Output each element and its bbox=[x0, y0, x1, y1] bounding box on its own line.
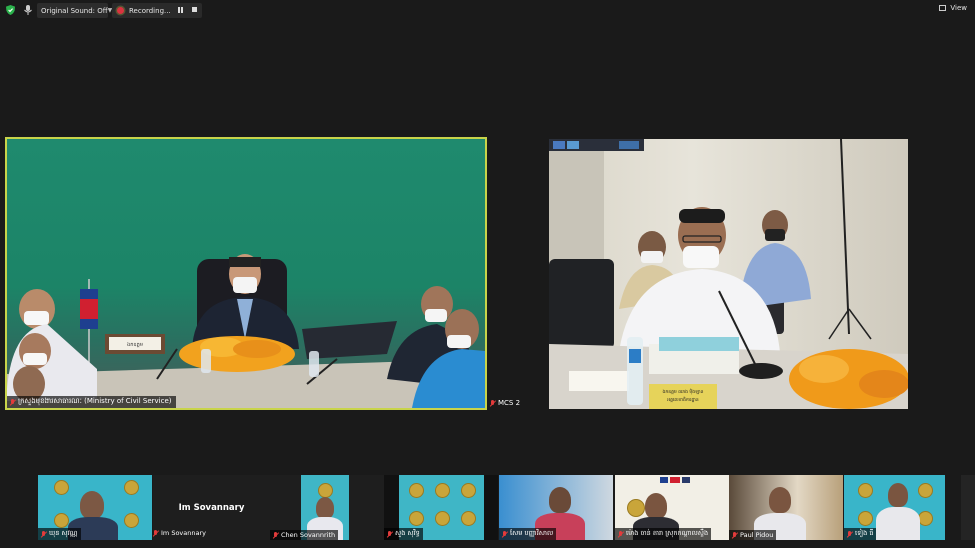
gallery-name-tag: Im Sovannary bbox=[153, 529, 206, 537]
gallery-name-tag: ទៀង ធី bbox=[844, 528, 877, 540]
flag-icon bbox=[660, 477, 668, 483]
emblem-icon bbox=[124, 480, 139, 495]
gallery-name-tag: ម៉ោង ចាន់ តារា ស្រុកកណ្ដាលស្ទឹង bbox=[615, 528, 712, 540]
gallery-name-tag: ឃុន សុវណ្ណ bbox=[38, 528, 81, 540]
second-video-name: MCS 2 bbox=[498, 399, 521, 407]
emblem-icon bbox=[918, 483, 933, 498]
emblem-icon bbox=[54, 480, 69, 495]
flag-icon bbox=[670, 477, 680, 483]
muted-mic-icon bbox=[732, 531, 737, 539]
emblem-icon bbox=[435, 483, 450, 498]
participant-face bbox=[80, 491, 104, 519]
gallery-name: សែម បញ្ញាវិសាល bbox=[510, 529, 554, 537]
svg-text:ឯកឧត្តម ឈាង ម៉ិងឡាន: ឯកឧត្តម ឈាង ម៉ិងឡាន bbox=[663, 388, 704, 395]
gallery-name-tag: សែម បញ្ញាវិសាល bbox=[499, 528, 557, 540]
muted-mic-icon bbox=[502, 530, 507, 538]
view-button[interactable]: View bbox=[939, 4, 967, 12]
emblem-icon bbox=[54, 513, 69, 528]
emblem-icon bbox=[858, 511, 873, 526]
emblem-icon bbox=[461, 483, 476, 498]
security-shield-icon[interactable] bbox=[6, 5, 15, 15]
svg-text:ឯកឧត្តម: ឯកឧត្តម bbox=[127, 342, 143, 348]
second-video-name-tag: MCS 2 bbox=[490, 399, 520, 407]
recording-label: Recording... bbox=[129, 6, 171, 15]
gallery-tile-6[interactable]: ម៉ោង ចាន់ តារា ស្រុកកណ្ដាលស្ទឹង bbox=[615, 475, 729, 540]
emblem-icon bbox=[627, 499, 645, 517]
recording-indicator: Recording... bbox=[112, 3, 202, 18]
second-video-scene: ឯកឧត្តម ឈាង ម៉ិងឡាន អគ្គលេខាធិការដ្ឋាន bbox=[549, 139, 908, 409]
participant-face bbox=[316, 497, 334, 519]
participant-body bbox=[876, 507, 920, 540]
emblem-icon bbox=[409, 483, 424, 498]
muted-mic-icon bbox=[490, 399, 495, 407]
pause-recording-button[interactable] bbox=[178, 7, 184, 13]
gallery-tile-8[interactable]: ទៀង ធី bbox=[844, 475, 945, 540]
gallery-name: Chen Sovannrith bbox=[281, 531, 336, 539]
gallery-tile-3[interactable]: Chen Sovannrith bbox=[270, 475, 384, 540]
original-sound-toggle[interactable]: Original Sound: Off ▼ bbox=[37, 3, 112, 18]
participant-face bbox=[645, 493, 667, 519]
main-video-name-tag: ក្រសួងមុខងារសាធារណៈ (Ministry of Civil S… bbox=[7, 396, 176, 408]
gallery-tile-1[interactable]: ឃុន សុវណ្ណ bbox=[38, 475, 152, 540]
main-video-tile[interactable]: ឯកឧត្តម ក្រសួងមុខងារសាធារណៈ (Ministry of… bbox=[5, 137, 487, 410]
svg-text:អគ្គលេខាធិការដ្ឋាន: អគ្គលេខាធិការដ្ឋាន bbox=[667, 396, 699, 403]
gallery-scroll-right[interactable] bbox=[961, 475, 975, 540]
gallery-tile-5[interactable]: សែម បញ្ញាវិសាល bbox=[499, 475, 613, 540]
emblem-icon bbox=[918, 511, 933, 526]
muted-mic-icon bbox=[273, 531, 278, 539]
muted-mic-icon bbox=[10, 398, 15, 406]
view-label: View bbox=[950, 4, 967, 12]
emblem-icon bbox=[409, 511, 424, 526]
original-sound-label: Original Sound: Off bbox=[41, 6, 108, 15]
gallery-name-tag: សួង សុវិទ្ធ bbox=[384, 528, 423, 540]
second-video-tile[interactable]: ឯកឧត្តម ឈាង ម៉ិងឡាន អគ្គលេខាធិការដ្ឋាន bbox=[549, 139, 908, 409]
recording-dot-icon bbox=[117, 7, 124, 14]
participant-display-name: Im Sovannary bbox=[178, 502, 245, 513]
flag-icon bbox=[682, 477, 690, 483]
gallery-name-tag: Paul Pidou bbox=[729, 530, 777, 540]
emblem-icon bbox=[461, 511, 476, 526]
emblem-icon bbox=[435, 511, 450, 526]
gallery-tile-7[interactable]: Paul Pidou bbox=[729, 475, 843, 540]
participant-face bbox=[769, 487, 791, 513]
gallery-name: ម៉ោង ចាន់ តារា ស្រុកកណ្ដាលស្ទឹង bbox=[626, 529, 709, 537]
gallery-name: សួង សុវិទ្ធ bbox=[395, 529, 420, 537]
muted-mic-icon bbox=[41, 530, 46, 538]
participant-face bbox=[549, 487, 571, 513]
audio-icon[interactable] bbox=[22, 4, 34, 16]
gallery-name: Paul Pidou bbox=[740, 531, 774, 539]
gallery-name: Im Sovannary bbox=[161, 529, 206, 537]
main-video-name: ក្រសួងមុខងារសាធារណៈ (Ministry of Civil S… bbox=[18, 397, 172, 405]
gallery-tile-4[interactable]: សួង សុវិទ្ធ bbox=[384, 475, 498, 540]
emblem-icon bbox=[124, 513, 139, 528]
muted-mic-icon bbox=[847, 530, 852, 538]
participant-face bbox=[888, 483, 908, 507]
gallery-name-tag: Chen Sovannrith bbox=[270, 530, 339, 540]
stop-recording-button[interactable] bbox=[192, 7, 197, 12]
emblem-icon bbox=[318, 483, 333, 498]
muted-mic-icon bbox=[153, 529, 158, 537]
view-grid-icon bbox=[939, 5, 947, 11]
muted-mic-icon bbox=[387, 530, 392, 538]
gallery-name: ទៀង ធី bbox=[855, 529, 874, 537]
main-video-scene: ឯកឧត្តម bbox=[7, 254, 485, 408]
emblem-icon bbox=[858, 483, 873, 498]
gallery-name: ឃុន សុវណ្ណ bbox=[49, 529, 78, 537]
meeting-toolbar: Original Sound: Off ▼ Recording... View bbox=[0, 0, 975, 20]
muted-mic-icon bbox=[618, 530, 623, 538]
